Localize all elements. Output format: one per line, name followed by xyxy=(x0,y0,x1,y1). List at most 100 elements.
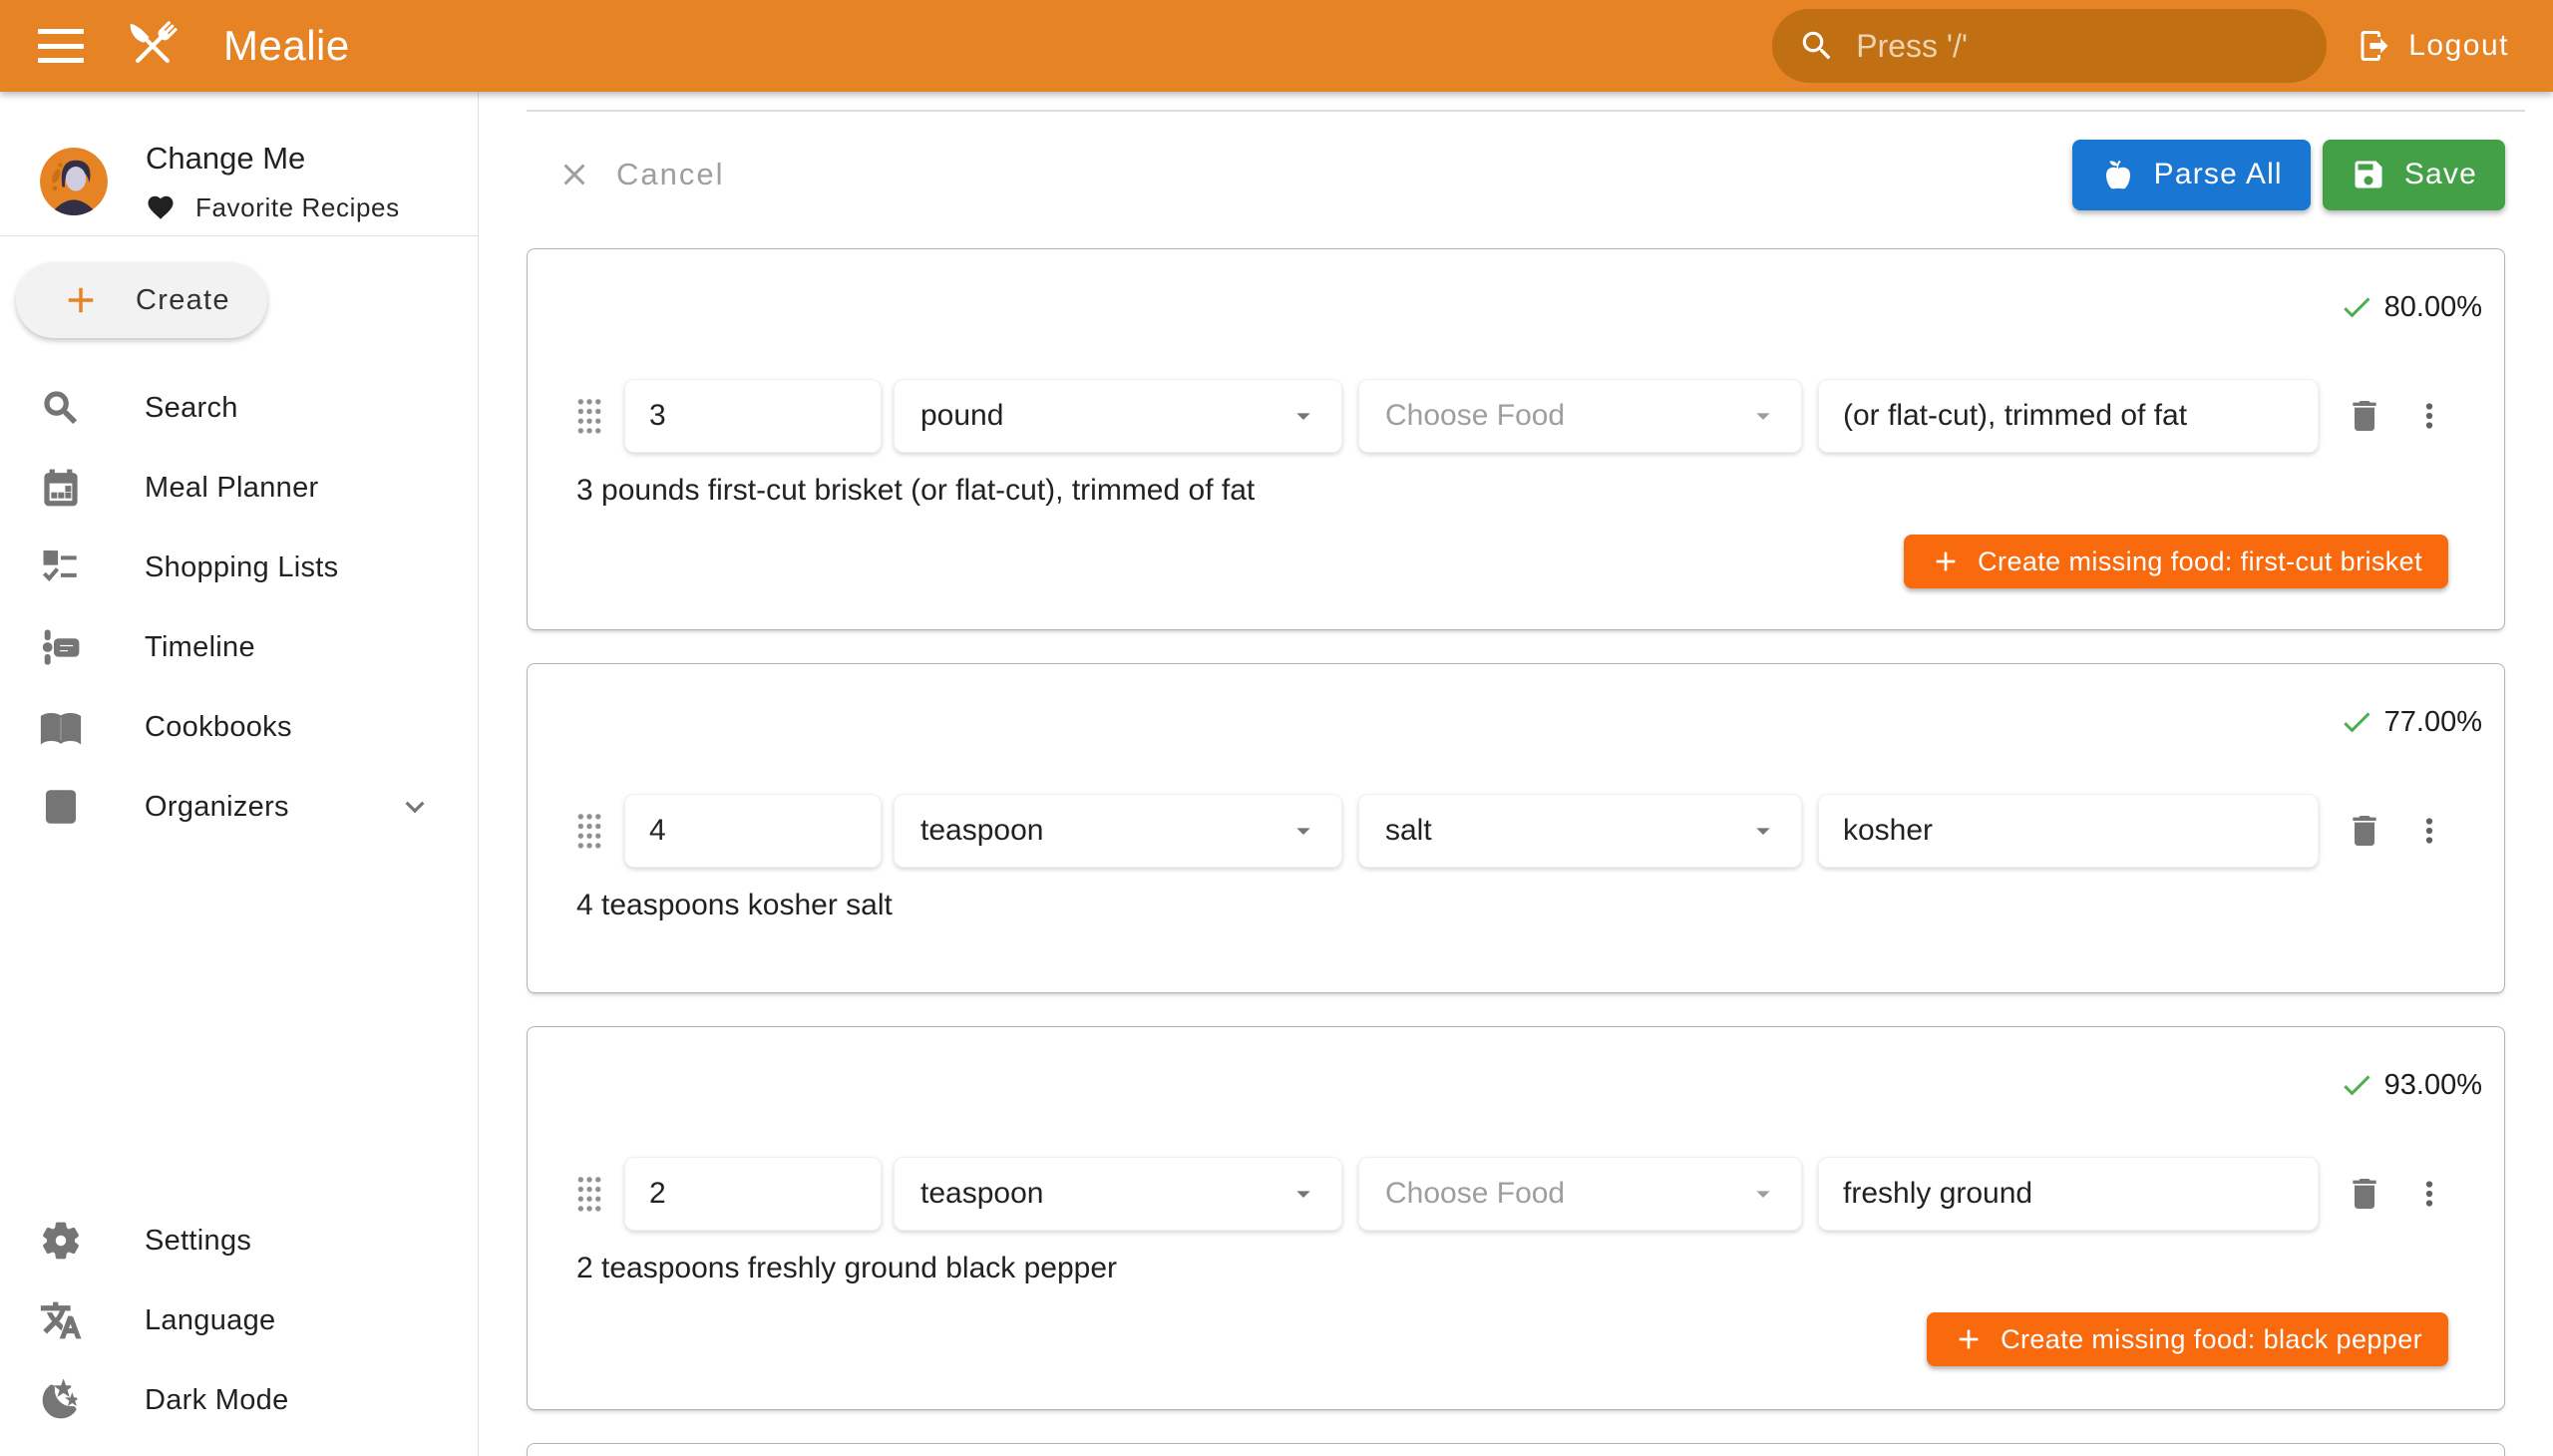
menu-down-icon xyxy=(1287,400,1319,432)
sidebar-nav: Search Meal Planner Shopping Lists Timel… xyxy=(0,368,478,847)
sidebar-item-organizers[interactable]: Organizers xyxy=(0,767,478,847)
check-icon xyxy=(2339,289,2374,325)
trash-icon xyxy=(2345,396,2384,436)
more-menu-button[interactable] xyxy=(2410,397,2448,435)
ingredient-card: 93.00% teaspoon Choose Food xyxy=(527,1026,2505,1410)
menu-down-icon xyxy=(1747,815,1779,847)
more-menu-button[interactable] xyxy=(2410,1175,2448,1213)
more-menu-button[interactable] xyxy=(2410,812,2448,850)
food-select[interactable]: Choose Food xyxy=(1358,1157,1802,1231)
dots-vertical-icon xyxy=(2410,397,2448,435)
parse-all-button[interactable]: Parse All xyxy=(2072,140,2311,210)
cancel-label: Cancel xyxy=(616,157,725,192)
sidebar-divider xyxy=(0,235,478,236)
confidence-value: 93.00% xyxy=(2384,1069,2482,1102)
drag-handle-icon[interactable] xyxy=(576,397,602,435)
sidebar-item-shopping-lists[interactable]: Shopping Lists xyxy=(0,528,478,607)
confidence-indicator: 77.00% xyxy=(576,664,2482,740)
global-search-input[interactable]: Press '/' xyxy=(1772,9,2327,83)
sidebar-item-settings[interactable]: Settings xyxy=(0,1201,477,1280)
logout-icon xyxy=(2357,28,2392,64)
ingredient-fields: teaspoon Choose Food xyxy=(576,1157,2448,1231)
chevron-down-icon[interactable] xyxy=(396,788,434,826)
timeline-icon xyxy=(40,626,82,668)
drag-handle-icon[interactable] xyxy=(576,1175,602,1213)
save-label: Save xyxy=(2404,158,2477,191)
ingredient-fields: pound Choose Food xyxy=(576,379,2448,453)
original-ingredient-text: 4 teaspoons kosher salt xyxy=(576,886,2448,925)
search-icon xyxy=(1798,27,1836,65)
plus-icon xyxy=(60,279,102,321)
plus-icon xyxy=(1953,1323,1985,1355)
ingredient-card: 80.00% pound Choose Food xyxy=(527,248,2505,630)
delete-button[interactable] xyxy=(2345,396,2384,436)
favorite-recipes-label: Favorite Recipes xyxy=(195,192,400,223)
note-input[interactable] xyxy=(1818,1157,2319,1231)
ingredient-fields: teaspoon salt xyxy=(576,794,2448,868)
create-label: Create xyxy=(136,284,230,317)
menu-icon[interactable] xyxy=(38,29,84,63)
sidebar-item-cookbooks[interactable]: Cookbooks xyxy=(0,687,478,767)
unit-select[interactable]: teaspoon xyxy=(894,794,1342,868)
sidebar-item-language[interactable]: Language xyxy=(0,1280,477,1360)
menu-down-icon xyxy=(1287,815,1319,847)
trash-icon xyxy=(2345,811,2384,851)
cancel-button[interactable]: Cancel xyxy=(556,157,725,192)
parser-toolbar: Cancel Parse All Save xyxy=(527,126,2505,223)
confidence-value: 77.00% xyxy=(2384,706,2482,739)
check-icon xyxy=(2339,704,2374,740)
create-missing-food-button[interactable]: Create missing food: black pepper xyxy=(1927,1312,2448,1366)
confidence-indicator: 93.00% xyxy=(576,1027,2482,1103)
unit-select[interactable]: pound xyxy=(894,379,1342,453)
original-ingredient-text: 2 teaspoons freshly ground black pepper xyxy=(576,1249,2448,1288)
mealie-logo-icon xyxy=(118,11,187,81)
ingredient-card: 77.00% teaspoon salt xyxy=(527,663,2505,993)
plus-icon xyxy=(1930,546,1962,577)
logout-label: Logout xyxy=(2408,29,2509,63)
save-button[interactable]: Save xyxy=(2323,140,2505,210)
quantity-input[interactable] xyxy=(624,1157,882,1231)
calendar-icon xyxy=(40,467,82,509)
food-select[interactable]: Choose Food xyxy=(1358,379,1802,453)
content-divider xyxy=(527,110,2525,112)
apple-icon xyxy=(2100,157,2136,192)
favorite-recipes-link[interactable]: Favorite Recipes xyxy=(146,192,400,223)
quantity-input[interactable] xyxy=(624,379,882,453)
menu-down-icon xyxy=(1747,400,1779,432)
app-header: Mealie Press '/' Logout xyxy=(0,0,2553,92)
create-missing-food-button[interactable]: Create missing food: first-cut brisket xyxy=(1904,535,2448,588)
check-icon xyxy=(2339,1067,2374,1103)
quantity-input[interactable] xyxy=(624,794,882,868)
user-profile[interactable]: Change Me Favorite Recipes xyxy=(0,92,478,235)
note-input[interactable] xyxy=(1818,379,2319,453)
dots-vertical-icon xyxy=(2410,812,2448,850)
sidebar-item-search[interactable]: Search xyxy=(0,368,478,448)
sidebar-footer: Settings Language Dark Mode xyxy=(0,1201,477,1440)
user-name: Change Me xyxy=(146,141,400,177)
food-select[interactable]: salt xyxy=(1358,794,1802,868)
avatar xyxy=(40,148,108,215)
parse-all-label: Parse All xyxy=(2154,158,2283,191)
drag-handle-icon[interactable] xyxy=(576,812,602,850)
trash-icon xyxy=(2345,1174,2384,1214)
ingredient-card xyxy=(527,1443,2505,1456)
logout-button[interactable]: Logout xyxy=(2357,28,2509,64)
heart-icon xyxy=(146,192,176,222)
magnify-icon xyxy=(40,387,82,429)
book-open-icon xyxy=(40,706,82,748)
save-icon xyxy=(2351,157,2386,192)
moon-icon xyxy=(40,1379,82,1421)
note-input[interactable] xyxy=(1818,794,2319,868)
checklist-icon xyxy=(40,546,82,588)
ingredient-parser-page: Cancel Parse All Save 80.00% xyxy=(479,92,2553,1456)
sidebar-item-dark-mode[interactable]: Dark Mode xyxy=(0,1360,477,1440)
confidence-indicator: 80.00% xyxy=(576,249,2482,325)
sidebar-item-meal-planner[interactable]: Meal Planner xyxy=(0,448,478,528)
delete-button[interactable] xyxy=(2345,1174,2384,1214)
sidebar-item-timeline[interactable]: Timeline xyxy=(0,607,478,687)
create-button[interactable]: Create xyxy=(16,262,267,338)
gear-icon xyxy=(40,1220,82,1262)
delete-button[interactable] xyxy=(2345,811,2384,851)
menu-down-icon xyxy=(1747,1178,1779,1210)
unit-select[interactable]: teaspoon xyxy=(894,1157,1342,1231)
